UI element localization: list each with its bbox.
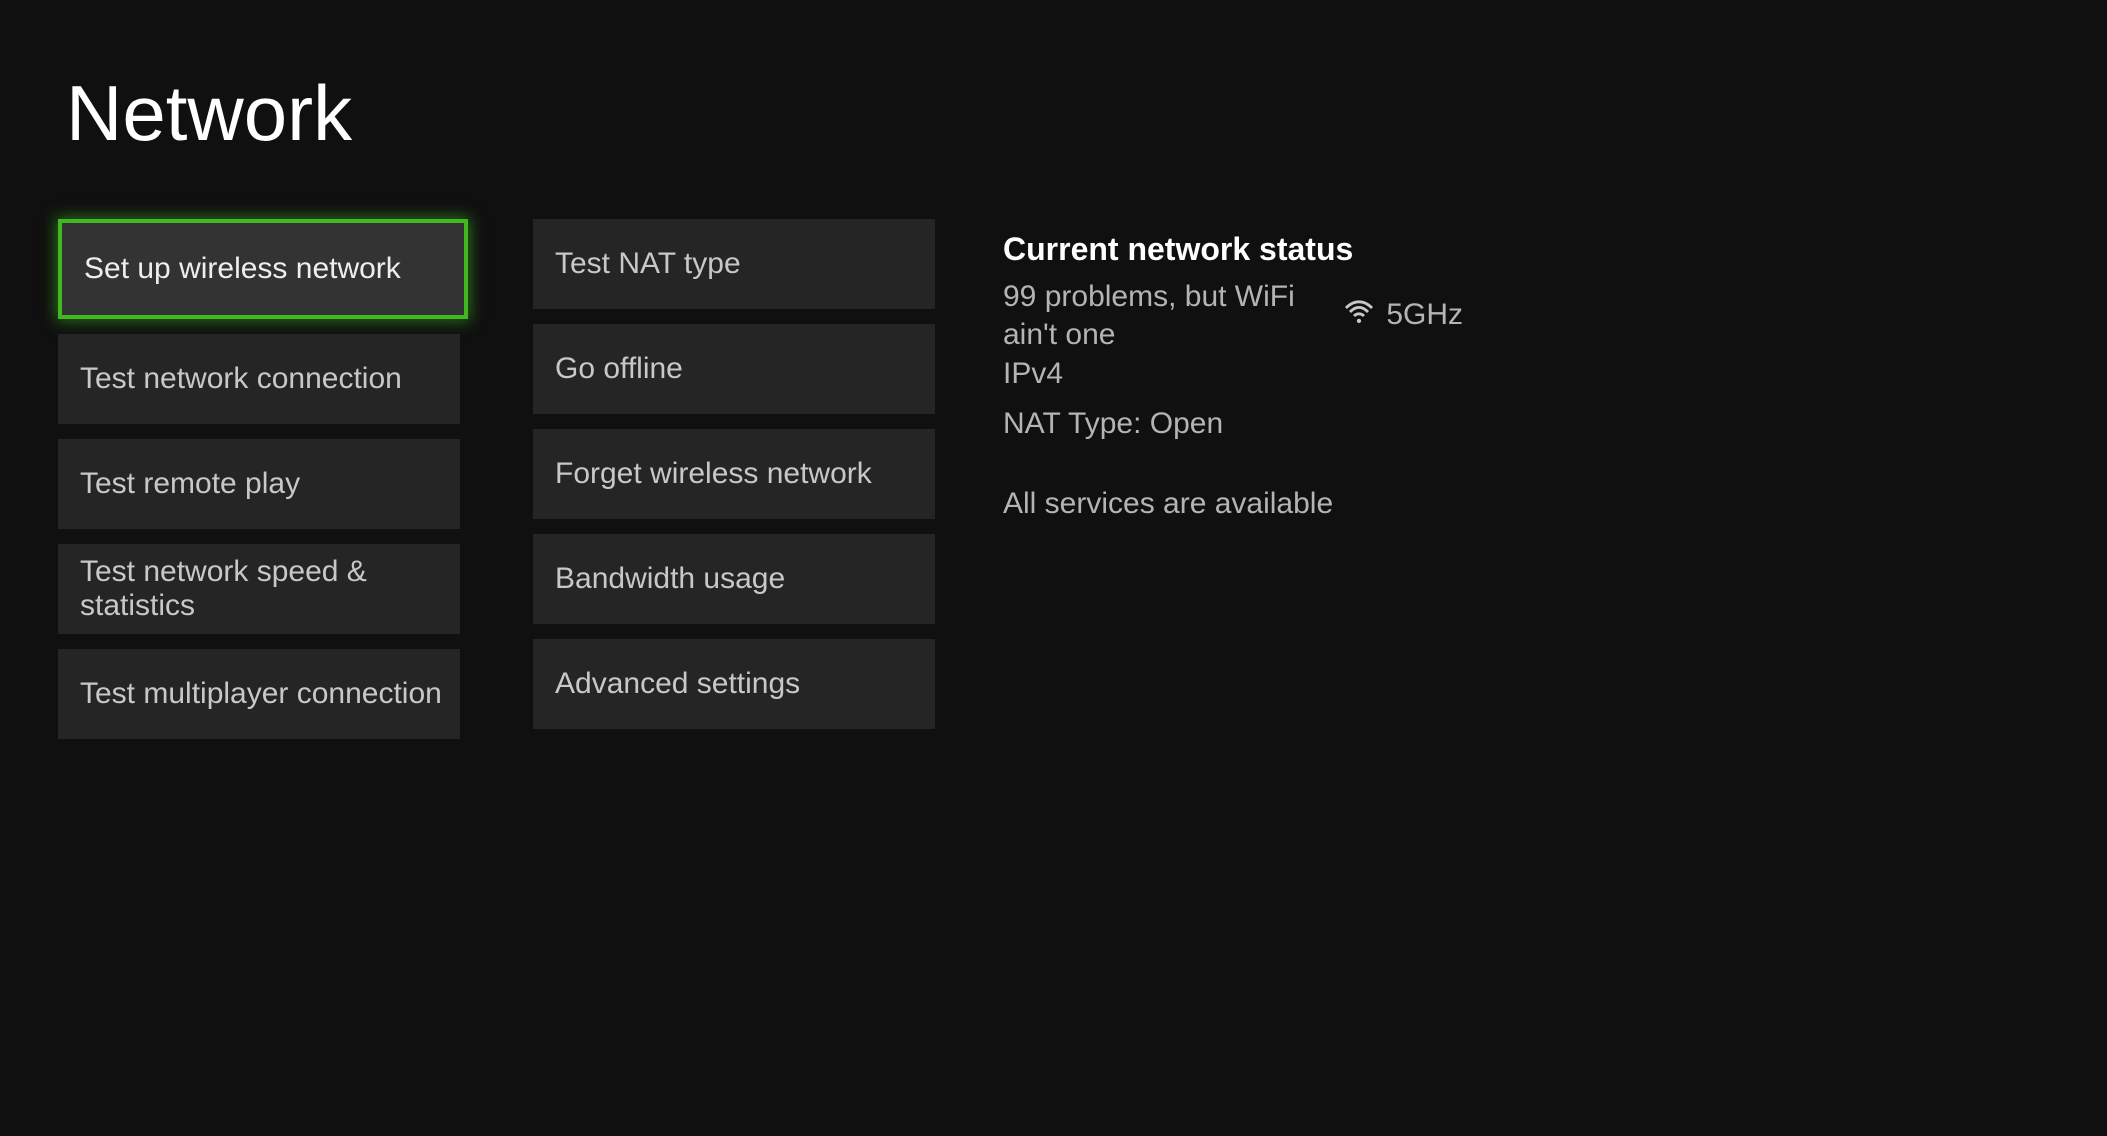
button-label: Test NAT type xyxy=(555,247,741,281)
bandwidth-usage-button[interactable]: Bandwidth usage xyxy=(533,534,935,624)
test-multiplayer-connection-button[interactable]: Test multiplayer connection xyxy=(58,649,460,739)
wifi-name: 99 problems, but WiFi ain't one xyxy=(1003,278,1320,353)
button-column-1: Set up wireless network Test network con… xyxy=(58,219,468,739)
button-label: Test network speed & statistics xyxy=(80,555,460,623)
button-column-2: Test NAT type Go offline Forget wireless… xyxy=(533,219,935,739)
button-label: Bandwidth usage xyxy=(555,562,785,596)
status-panel: Current network status 99 problems, but … xyxy=(1003,219,1463,739)
button-label: Go offline xyxy=(555,352,683,386)
button-label: Test remote play xyxy=(80,467,300,501)
test-remote-play-button[interactable]: Test remote play xyxy=(58,439,460,529)
wifi-band-label: 5GHz xyxy=(1386,298,1463,332)
forget-wireless-network-button[interactable]: Forget wireless network xyxy=(533,429,935,519)
status-heading: Current network status xyxy=(1003,231,1463,268)
button-label: Test multiplayer connection xyxy=(80,677,442,711)
test-nat-type-button[interactable]: Test NAT type xyxy=(533,219,935,309)
button-label: Set up wireless network xyxy=(84,252,401,286)
advanced-settings-button[interactable]: Advanced settings xyxy=(533,639,935,729)
wifi-band: 5GHz xyxy=(1342,294,1463,336)
button-columns: Set up wireless network Test network con… xyxy=(58,219,935,739)
wifi-status-row: 99 problems, but WiFi ain't one IPv4 5GH… xyxy=(1003,278,1463,393)
wifi-icon xyxy=(1342,294,1376,336)
button-label: Test network connection xyxy=(80,362,402,396)
setup-wireless-network-button[interactable]: Set up wireless network xyxy=(58,219,468,319)
wifi-info: 99 problems, but WiFi ain't one IPv4 xyxy=(1003,278,1320,393)
nat-type: NAT Type: Open xyxy=(1003,407,1463,441)
button-label: Advanced settings xyxy=(555,667,800,701)
services-status: All services are available xyxy=(1003,487,1463,521)
ip-version: IPv4 xyxy=(1003,355,1320,393)
network-settings-container: Set up wireless network Test network con… xyxy=(58,219,2107,739)
go-offline-button[interactable]: Go offline xyxy=(533,324,935,414)
page-title: Network xyxy=(66,68,2107,159)
test-network-speed-button[interactable]: Test network speed & statistics xyxy=(58,544,460,634)
test-network-connection-button[interactable]: Test network connection xyxy=(58,334,460,424)
button-label: Forget wireless network xyxy=(555,457,872,491)
